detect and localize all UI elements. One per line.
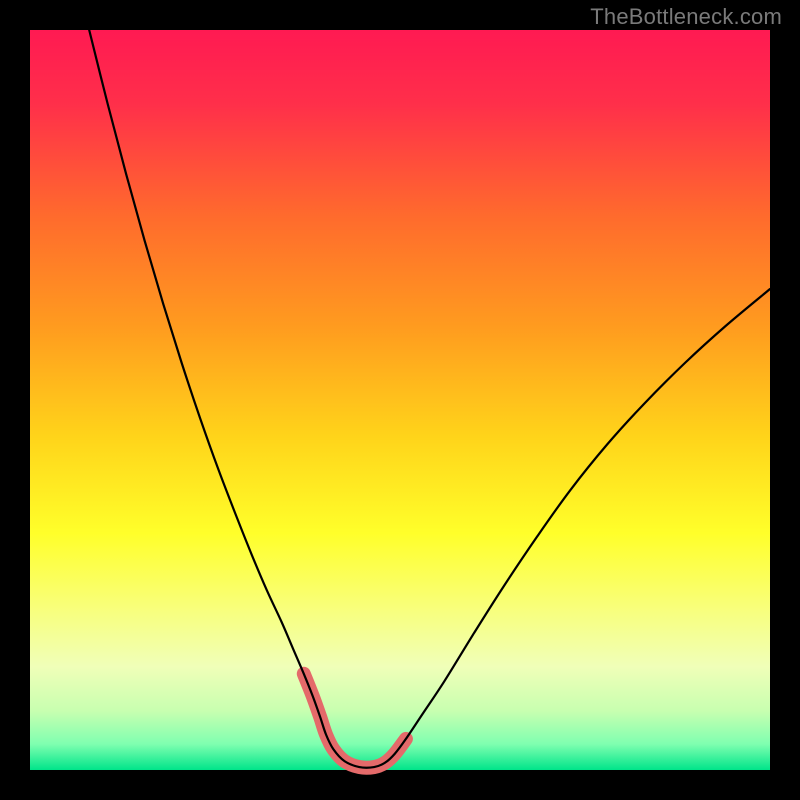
chart-gradient-background [30,30,770,770]
watermark-text: TheBottleneck.com [590,4,782,30]
bottleneck-chart [0,0,800,800]
